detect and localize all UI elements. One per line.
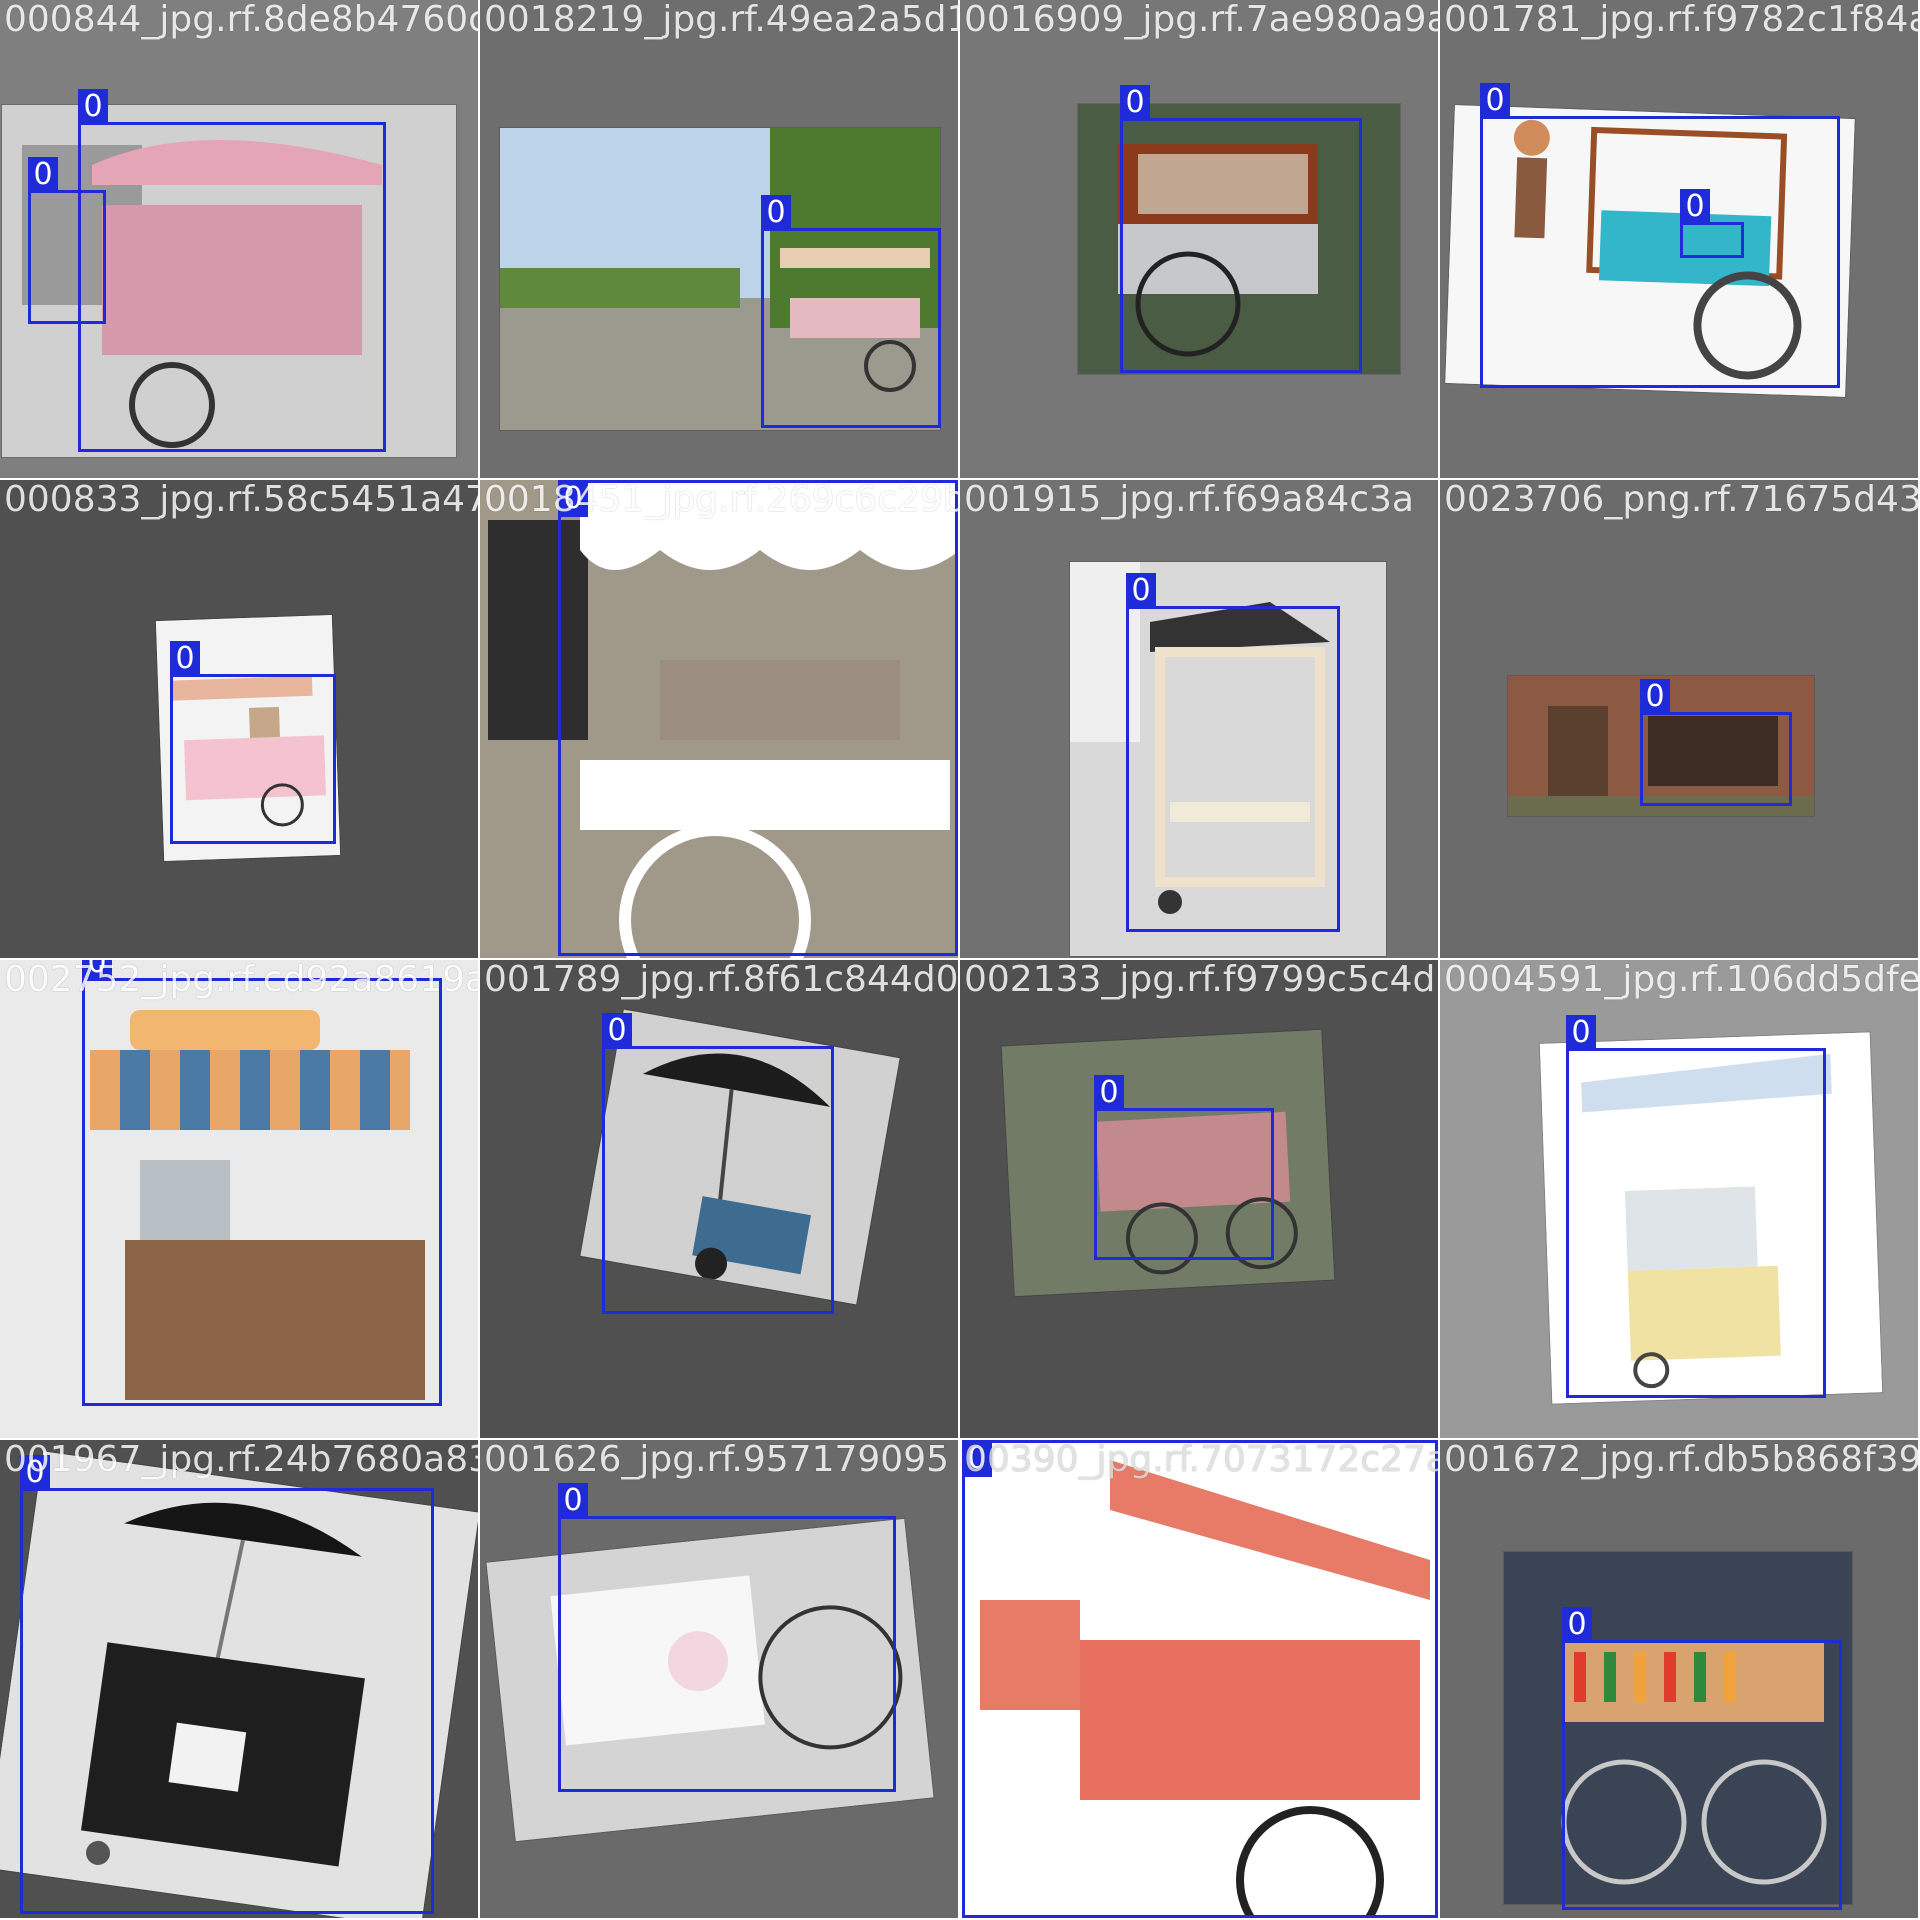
tile-7: 0 0023706_png.rf.71675d4374: [1440, 480, 1920, 960]
tile-14: 0 00390_jpg.rf.7073172c27a: [960, 1440, 1440, 1920]
class-label: 0: [28, 157, 58, 193]
class-label: 0: [1120, 85, 1150, 121]
tile-6: 0 001915_jpg.rf.f69a84c3a: [960, 480, 1440, 960]
tile-11: 0 0004591_jpg.rf.106dd5dfe8: [1440, 960, 1920, 1440]
class-label: 0: [558, 481, 588, 517]
bounding-box: 0: [1094, 1075, 1274, 1260]
tile-5: 0 0018451_jpg.rf.269c6c29b: [480, 480, 960, 960]
bounding-box: 0: [1566, 1015, 1826, 1398]
tile-10: 0 002133_jpg.rf.f9799c5c4d6: [960, 960, 1440, 1440]
bounding-box: 0: [1126, 573, 1340, 932]
tile-caption: 0018219_jpg.rf.49ea2a5d19c: [484, 0, 960, 40]
tile-caption: 0016909_jpg.rf.7ae980a9aaa: [964, 0, 1440, 40]
class-label: 0: [962, 1441, 992, 1477]
bounding-box: 0: [962, 1440, 1438, 1918]
tile-caption: 001789_jpg.rf.8f61c844d07: [484, 960, 960, 1000]
tile-2: 0 0016909_jpg.rf.7ae980a9aaa: [960, 0, 1440, 480]
bounding-box: 0: [1640, 679, 1792, 806]
mosaic-grid: 0 0 000844_jpg.rf.8de8b4760cb 0 0018219_…: [0, 0, 1920, 1920]
class-label: 0: [1094, 1075, 1124, 1111]
tile-0: 0 0 000844_jpg.rf.8de8b4760cb: [0, 0, 480, 480]
tile-caption: 001915_jpg.rf.f69a84c3a: [964, 480, 1414, 520]
tile-15: 0 001672_jpg.rf.db5b868f398: [1440, 1440, 1920, 1920]
tile-13: 0 001626_jpg.rf.957179095: [480, 1440, 960, 1920]
tile-caption: 001672_jpg.rf.db5b868f398: [1444, 1440, 1920, 1480]
tile-caption: 001781_jpg.rf.f9782c1f84a1: [1444, 0, 1920, 40]
bounding-box: 0: [602, 1013, 834, 1314]
tile-4: 0 000833_jpg.rf.58c5451a47c: [0, 480, 480, 960]
bounding-box: 0: [761, 195, 941, 428]
tile-caption: 001626_jpg.rf.957179095: [484, 1440, 950, 1480]
class-label: 0: [1480, 83, 1510, 119]
tile-1: 0 0018219_jpg.rf.49ea2a5d19c: [480, 0, 960, 480]
tile-3: 0 0 001781_jpg.rf.f9782c1f84a1: [1440, 0, 1920, 480]
bounding-box: 0: [170, 641, 336, 844]
class-label: 0: [1562, 1607, 1592, 1643]
class-label: 0: [602, 1013, 632, 1049]
bounding-box: 0: [558, 1483, 896, 1792]
bounding-box: 0: [82, 960, 442, 1406]
tile-caption: 000844_jpg.rf.8de8b4760cb: [4, 0, 480, 40]
tile-8: 0 002752_jpg.rf.cd92a8619a1: [0, 960, 480, 1440]
class-label: 0: [20, 1455, 50, 1491]
tile-9: 0 001789_jpg.rf.8f61c844d07: [480, 960, 960, 1440]
bounding-box: 0: [20, 1455, 434, 1914]
class-label: 0: [1566, 1015, 1596, 1051]
class-label: 0: [761, 195, 791, 231]
tile-12: 0 001967_jpg.rf.24b7680a83d: [0, 1440, 480, 1920]
class-label: 0: [1640, 679, 1670, 715]
class-label: 0: [1126, 573, 1156, 609]
bounding-box: 0: [1120, 85, 1362, 373]
tile-caption: 0004591_jpg.rf.106dd5dfe8: [1444, 960, 1920, 1000]
bounding-box: 0: [1562, 1607, 1842, 1910]
class-label: 0: [82, 960, 112, 981]
bounding-box: 0: [28, 157, 106, 324]
class-label: 0: [78, 89, 108, 125]
bounding-box: 0: [1480, 83, 1840, 388]
class-label: 0: [170, 641, 200, 677]
tile-caption: 002133_jpg.rf.f9799c5c4d6: [964, 960, 1440, 1000]
class-label: 0: [558, 1483, 588, 1519]
class-label: 0: [1680, 189, 1710, 225]
bounding-box: 0: [1680, 189, 1744, 258]
bounding-box: 0: [558, 480, 958, 956]
bounding-box: 0: [78, 89, 386, 452]
tile-caption: 000833_jpg.rf.58c5451a47c: [4, 480, 480, 520]
tile-caption: 0023706_png.rf.71675d4374: [1444, 480, 1920, 520]
